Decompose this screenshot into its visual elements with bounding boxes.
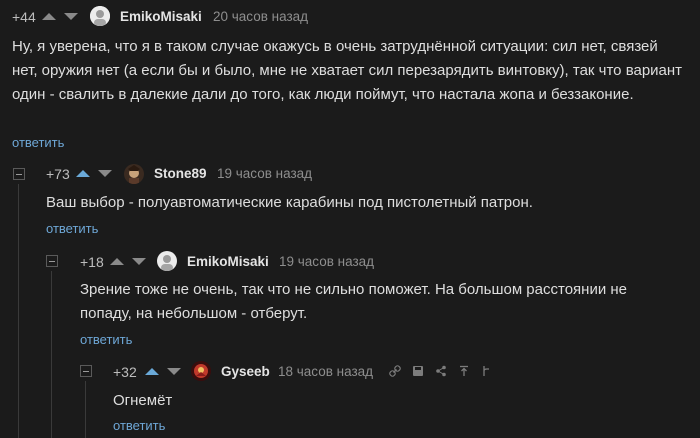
reply-link[interactable]: ответить: [46, 221, 98, 236]
reply-link[interactable]: ответить: [113, 418, 165, 433]
downvote-button[interactable]: [167, 368, 181, 375]
save-icon[interactable]: [412, 365, 424, 377]
reply-link[interactable]: ответить: [12, 135, 64, 150]
downvote-button[interactable]: [64, 13, 78, 20]
comment-score: +73: [46, 166, 70, 182]
comment-text: Ваш выбор - полуавтоматические карабины …: [46, 194, 533, 211]
comment-time[interactable]: 19 часов назад: [217, 166, 312, 181]
upvote-button[interactable]: [145, 368, 159, 375]
avatar-image: [157, 251, 177, 271]
username[interactable]: EmikoMisaki: [120, 9, 202, 24]
comment-text: Зрение тоже не очень, так что не сильно …: [80, 281, 627, 322]
avatar[interactable]: [90, 6, 110, 26]
username[interactable]: Gyseeb: [221, 364, 270, 379]
comment-time[interactable]: 20 часов назад: [213, 9, 308, 24]
comment-time[interactable]: 19 часов назад: [279, 254, 374, 269]
comment-text: Огнемёт: [113, 392, 173, 409]
thread-line[interactable]: [85, 381, 86, 438]
avatar[interactable]: [157, 251, 177, 271]
share-icon[interactable]: [435, 365, 447, 377]
downvote-button[interactable]: [132, 258, 146, 265]
branch-icon[interactable]: [481, 365, 491, 377]
collapse-button[interactable]: [80, 365, 92, 377]
collapse-button[interactable]: [46, 255, 58, 267]
avatar-image: [90, 6, 110, 26]
thread-line[interactable]: [18, 184, 19, 438]
avatar-image: [124, 164, 144, 184]
minus-icon: [49, 260, 55, 262]
top-icon[interactable]: [458, 365, 470, 377]
comment-text: Ну, я уверена, что я в таком случае окаж…: [12, 38, 683, 103]
comment-score: +18: [80, 254, 104, 270]
comment-score: +32: [113, 364, 137, 380]
collapse-button[interactable]: [13, 168, 25, 180]
comment-score: +44: [12, 9, 36, 25]
upvote-button[interactable]: [76, 170, 90, 177]
upvote-button[interactable]: [110, 258, 124, 265]
minus-icon: [16, 173, 22, 175]
downvote-button[interactable]: [98, 170, 112, 177]
avatar[interactable]: [124, 164, 144, 184]
username[interactable]: Stone89: [154, 166, 207, 181]
minus-icon: [83, 370, 89, 372]
upvote-button[interactable]: [42, 13, 56, 20]
comment-toolbar: [389, 365, 491, 377]
reply-link[interactable]: ответить: [80, 332, 132, 347]
avatar[interactable]: [191, 361, 211, 381]
avatar-image: [191, 361, 211, 381]
link-icon[interactable]: [389, 365, 401, 377]
thread-line[interactable]: [51, 271, 52, 438]
comment-time[interactable]: 18 часов назад: [278, 364, 373, 379]
username[interactable]: EmikoMisaki: [187, 254, 269, 269]
